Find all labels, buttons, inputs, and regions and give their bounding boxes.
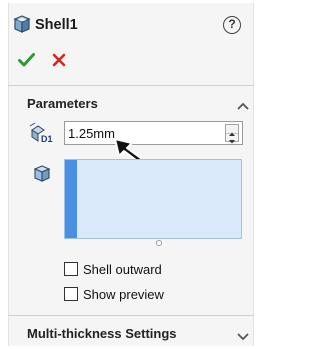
section-divider [8, 315, 254, 316]
faces-to-remove-list[interactable] [64, 159, 242, 239]
multi-thickness-section-title[interactable]: Multi-thickness Settings [27, 326, 177, 341]
cube-face-icon [32, 163, 52, 188]
parameters-section-title: Parameters [27, 96, 98, 111]
chevron-up-icon[interactable] [236, 98, 252, 110]
green-checkmark-icon[interactable] [18, 53, 35, 72]
spin-down-button[interactable] [226, 133, 238, 144]
shell-outward-checkbox[interactable] [64, 262, 78, 276]
header-divider [8, 85, 254, 86]
red-x-icon[interactable] [52, 53, 66, 72]
list-selection-bar[interactable] [65, 160, 77, 238]
thickness-spinner[interactable] [225, 124, 239, 144]
shell-outward-label[interactable]: Shell outward [83, 262, 162, 277]
question-mark-circle-icon[interactable]: ? [223, 16, 241, 34]
feature-title: Shell1 [35, 17, 78, 33]
thickness-d1-icon: D1 [29, 122, 53, 149]
svg-text:D1: D1 [41, 134, 53, 144]
shell-feature-icon [13, 14, 31, 39]
list-resize-handle[interactable] [156, 240, 162, 246]
chevron-down-icon[interactable] [236, 328, 252, 341]
show-preview-label[interactable]: Show preview [83, 287, 164, 302]
show-preview-checkbox[interactable] [64, 287, 78, 301]
